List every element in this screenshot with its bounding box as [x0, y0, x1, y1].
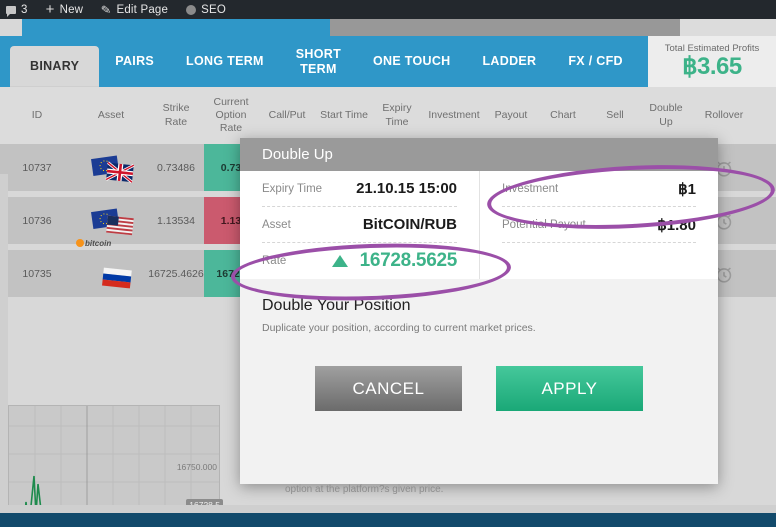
- modal-potential-payout-value: ฿1.80: [657, 216, 696, 234]
- modal-rate-value: 16728.5625: [359, 250, 458, 271]
- modal-summary-left: Expiry Time 21.10.15 15:00 Asset BitCOIN…: [240, 171, 479, 279]
- modal-body: Double Your Position Duplicate your posi…: [240, 279, 718, 411]
- adminbar-item-seo[interactable]: SEO: [177, 0, 235, 19]
- bitcoin-icon: [76, 239, 84, 247]
- col-chart: Chart: [550, 108, 576, 121]
- modal-field-asset: Asset BitCOIN/RUB: [262, 207, 457, 243]
- eur-usd-flags-icon: [91, 208, 134, 236]
- header-band-blue: [22, 19, 330, 36]
- header-band-gray: [330, 19, 680, 36]
- double-up-modal: Double Up Expiry Time 21.10.15 15:00 Ass…: [240, 138, 718, 484]
- tab-one-touch[interactable]: ONE TOUCH: [357, 36, 466, 87]
- modal-expiry-time-label: Expiry Time: [262, 182, 323, 195]
- profits-value: ฿3.65: [682, 53, 742, 81]
- adminbar-comments-count: 3: [21, 3, 28, 16]
- cell-id: 10736: [22, 214, 52, 227]
- eur-gbp-flags-icon: [91, 155, 135, 184]
- col-investment: Investment: [428, 108, 480, 121]
- adminbar-item-new[interactable]: + New: [37, 0, 93, 19]
- modal-field-spacer: [502, 243, 696, 279]
- bitcoin-label: bitcoin: [76, 239, 111, 248]
- col-double-up: Double Up: [649, 102, 683, 128]
- tabbar-tabs: BINARY PAIRS LONG TERM SHORT TERM ONE TO…: [0, 36, 648, 87]
- cell-id: 10737: [22, 161, 52, 174]
- modal-field-expiry-time: Expiry Time 21.10.15 15:00: [262, 171, 457, 207]
- col-start-time: Start Time: [320, 108, 368, 121]
- modal-field-rate: Rate 16728.5625: [262, 243, 457, 279]
- col-call-put: Call/Put: [268, 108, 306, 121]
- modal-potential-payout-label: Potential Payout: [502, 218, 586, 231]
- chart-y-label: 16750.000: [176, 462, 217, 472]
- cell-strike-rate: 0.73486: [157, 161, 195, 174]
- col-strike-rate: Strike Rate: [162, 102, 190, 128]
- cell-asset: bitcoin: [74, 239, 148, 297]
- col-asset: Asset: [97, 108, 125, 121]
- cell-asset: [74, 144, 148, 191]
- app-root: 3 + New ✎ Edit Page SEO BINARY PAIRS LON…: [0, 0, 776, 527]
- modal-title: Double Up: [240, 138, 718, 171]
- footer-strip: [0, 505, 776, 513]
- modal-expiry-time-value: 21.10.15 15:00: [356, 180, 457, 197]
- modal-actions: CANCEL APPLY: [262, 366, 696, 411]
- modal-description: Duplicate your position, according to cu…: [262, 322, 536, 334]
- footer-bar: [0, 513, 776, 527]
- modal-investment-label: Investment: [502, 182, 559, 195]
- adminbar-seo-label: SEO: [201, 3, 227, 16]
- col-rollover: Rollover: [704, 108, 744, 121]
- comment-icon: [6, 5, 16, 17]
- tab-binary[interactable]: BINARY: [10, 46, 100, 87]
- cancel-button[interactable]: CANCEL: [315, 366, 462, 411]
- adminbar-edit-page-label: Edit Page: [116, 3, 169, 16]
- triangle-up-icon: [332, 255, 349, 267]
- col-id: ID: [31, 108, 43, 121]
- table-header-row: ID Asset Strike Rate Current Option Rate…: [0, 87, 776, 144]
- modal-asset-label: Asset: [262, 218, 291, 231]
- cell-id: 10735: [22, 267, 52, 280]
- modal-investment-value: ฿1: [678, 180, 696, 198]
- col-payout: Payout: [494, 108, 528, 121]
- modal-rate-value-wrap: 16728.5625: [332, 250, 457, 272]
- footer-note: option at the platform?s given price.: [285, 484, 444, 495]
- rub-flag-icon: [91, 261, 132, 289]
- plus-icon: +: [45, 0, 55, 18]
- modal-summary-grid: Expiry Time 21.10.15 15:00 Asset BitCOIN…: [240, 171, 718, 279]
- adminbar-item-comments[interactable]: 3: [0, 0, 37, 19]
- cell-asset: [74, 197, 148, 244]
- adminbar-item-edit-page[interactable]: ✎ Edit Page: [92, 0, 177, 19]
- tab-pairs[interactable]: PAIRS: [99, 36, 170, 87]
- table-left-gutter: [0, 174, 8, 527]
- modal-heading: Double Your Position: [262, 297, 411, 314]
- header-band-light: [680, 19, 776, 36]
- tab-long-term[interactable]: LONG TERM: [170, 36, 280, 87]
- col-sell: Sell: [606, 108, 624, 121]
- modal-summary-right: Investment ฿1 Potential Payout ฿1.80: [479, 171, 718, 279]
- apply-button[interactable]: APPLY: [496, 366, 643, 411]
- total-estimated-profits: Total Estimated Profits ฿3.65: [648, 36, 776, 87]
- modal-asset-value: BitCOIN/RUB: [362, 216, 457, 233]
- wp-admin-bar: 3 + New ✎ Edit Page SEO: [0, 0, 776, 19]
- col-expiry-time: Expiry Time: [382, 102, 412, 128]
- modal-field-potential-payout: Potential Payout ฿1.80: [502, 207, 696, 243]
- tab-ladder[interactable]: LADDER: [466, 36, 552, 87]
- cell-strike-rate: 16725.4626: [148, 267, 204, 280]
- cell-strike-rate: 1.13534: [157, 214, 195, 227]
- circle-icon: [186, 4, 197, 15]
- col-current-rate: Current Option Rate: [213, 95, 249, 135]
- pencil-icon: ✎: [100, 1, 113, 18]
- adminbar-new-label: New: [59, 3, 84, 16]
- modal-rate-label: Rate: [262, 255, 287, 267]
- trade-type-tabbar: BINARY PAIRS LONG TERM SHORT TERM ONE TO…: [0, 36, 776, 87]
- modal-field-investment: Investment ฿1: [502, 171, 696, 207]
- tab-short-term[interactable]: SHORT TERM: [280, 36, 357, 87]
- tab-fx-cfd[interactable]: FX / CFD: [552, 36, 638, 87]
